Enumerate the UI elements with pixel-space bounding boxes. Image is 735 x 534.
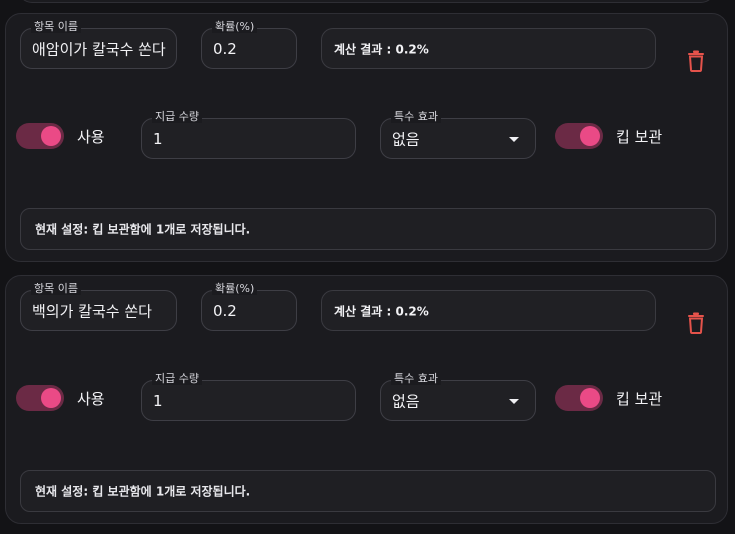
toggle-knob	[41, 126, 61, 146]
special-effect-label: 특수 효과	[391, 373, 441, 385]
previous-card-edge	[18, 0, 715, 3]
special-effect-value: 없음	[392, 130, 420, 148]
probability-field[interactable]: 확률(%) 0.2	[201, 21, 297, 69]
special-effect-value: 없음	[392, 392, 420, 410]
use-toggle[interactable]	[16, 385, 64, 411]
chevron-down-icon	[509, 399, 519, 404]
item-name-value: 백의가 칼국수 쏜다	[32, 302, 152, 320]
current-setting-box: 현재 설정: 킵 보관함에 1개로 저장됩니다.	[20, 208, 716, 250]
probability-label: 확률(%)	[212, 21, 258, 33]
use-label: 사용	[77, 128, 105, 146]
use-toggle[interactable]	[16, 123, 64, 149]
quantity-field[interactable]: 지급 수량 1	[141, 111, 356, 159]
keep-toggle[interactable]	[555, 123, 603, 149]
special-effect-select[interactable]: 특수 효과 없음	[380, 111, 536, 159]
quantity-value: 1	[153, 391, 163, 410]
quantity-label: 지급 수량	[152, 111, 202, 123]
current-setting-box: 현재 설정: 킵 보관함에 1개로 저장됩니다.	[20, 470, 716, 512]
keep-label: 킵 보관	[616, 390, 663, 408]
special-effect-label: 특수 효과	[391, 111, 441, 123]
probability-value: 0.2	[213, 39, 237, 58]
quantity-label: 지급 수량	[152, 373, 202, 385]
item-card: 항목 이름 애암이가 칼국수 쏜다 확률(%) 0.2 계산 결과 : 0.2%…	[5, 13, 728, 262]
keep-toggle[interactable]	[555, 385, 603, 411]
calc-result-text: 계산 결과 : 0.2%	[334, 304, 429, 318]
item-name-field[interactable]: 항목 이름 애암이가 칼국수 쏜다	[20, 21, 177, 69]
probability-label: 확률(%)	[212, 283, 258, 295]
toggle-knob	[580, 126, 600, 146]
trash-icon[interactable]	[687, 50, 705, 72]
quantity-field[interactable]: 지급 수량 1	[141, 373, 356, 421]
calc-result-text: 계산 결과 : 0.2%	[334, 42, 429, 56]
chevron-down-icon	[509, 137, 519, 142]
probability-value: 0.2	[213, 301, 237, 320]
item-card: 항목 이름 백의가 칼국수 쏜다 확률(%) 0.2 계산 결과 : 0.2% …	[5, 275, 728, 524]
use-label: 사용	[77, 390, 105, 408]
toggle-knob	[41, 388, 61, 408]
item-name-label: 항목 이름	[31, 283, 81, 295]
current-setting-text: 현재 설정: 킵 보관함에 1개로 저장됩니다.	[35, 484, 251, 499]
keep-label: 킵 보관	[616, 128, 663, 146]
special-effect-select[interactable]: 특수 효과 없음	[380, 373, 536, 421]
probability-field[interactable]: 확률(%) 0.2	[201, 283, 297, 331]
toggle-knob	[580, 388, 600, 408]
trash-icon[interactable]	[687, 312, 705, 334]
item-name-field[interactable]: 항목 이름 백의가 칼국수 쏜다	[20, 283, 177, 331]
item-name-label: 항목 이름	[31, 21, 81, 33]
item-name-value: 애암이가 칼국수 쏜다	[32, 40, 166, 58]
quantity-value: 1	[153, 129, 163, 148]
current-setting-text: 현재 설정: 킵 보관함에 1개로 저장됩니다.	[35, 222, 251, 237]
calc-result-box: 계산 결과 : 0.2%	[321, 28, 656, 69]
calc-result-box: 계산 결과 : 0.2%	[321, 290, 656, 331]
